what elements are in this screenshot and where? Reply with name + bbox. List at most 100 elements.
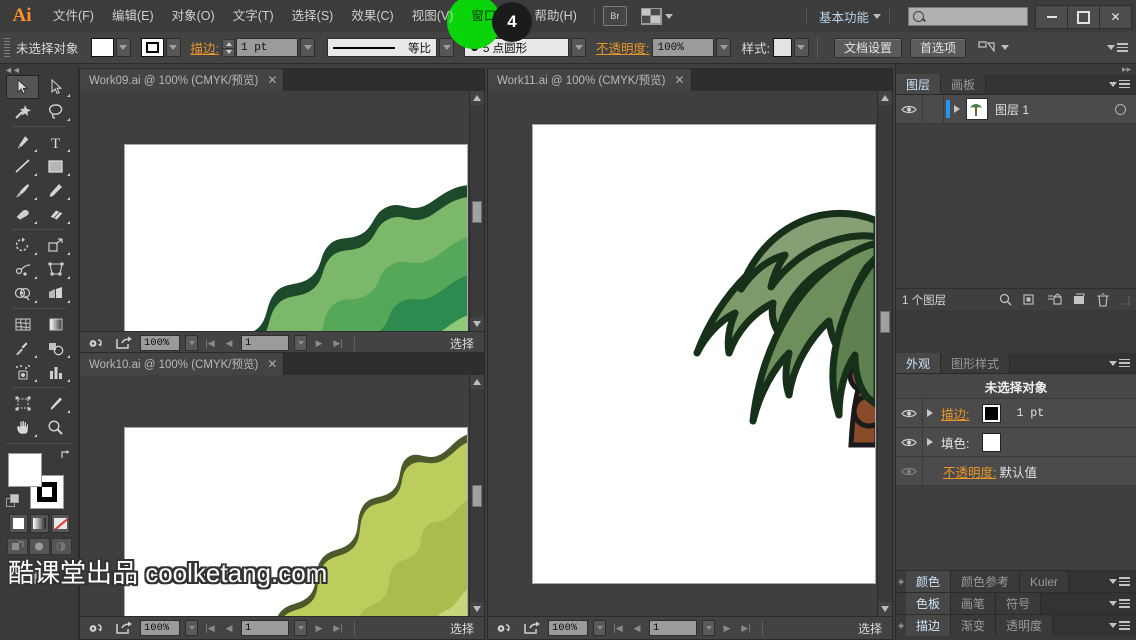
document-setup-button[interactable]: 文档设置 bbox=[833, 37, 902, 58]
artboard-options-icon[interactable] bbox=[494, 621, 516, 636]
prev-page-button[interactable]: ◀ bbox=[630, 620, 644, 636]
appearance-row-fill[interactable]: 填色: bbox=[896, 428, 1136, 457]
tab-transparency[interactable]: 透明度 bbox=[996, 615, 1054, 636]
fill-expand-icon[interactable] bbox=[927, 438, 933, 446]
menu-select[interactable]: 选择(S) bbox=[283, 0, 343, 32]
page-dropdown-work11[interactable] bbox=[702, 620, 715, 636]
canvas-work09[interactable] bbox=[80, 91, 484, 331]
gradient-button[interactable] bbox=[29, 514, 49, 533]
magic-wand-tool[interactable] bbox=[6, 99, 39, 123]
stroke-visibility-toggle[interactable] bbox=[896, 399, 923, 427]
zoom-field-work11[interactable]: 100% bbox=[548, 620, 588, 636]
close-icon[interactable]: ✕ bbox=[267, 74, 277, 86]
direct-selection-tool[interactable] bbox=[39, 75, 72, 99]
stroke-swatch[interactable] bbox=[140, 38, 164, 57]
bridge-button[interactable]: Br bbox=[602, 6, 627, 26]
graphic-style-control[interactable] bbox=[772, 38, 809, 57]
menu-type[interactable]: 文字(T) bbox=[224, 0, 283, 32]
control-panel-menu-button[interactable] bbox=[1107, 43, 1128, 52]
eyedropper-tool[interactable] bbox=[6, 336, 39, 360]
collapsed-group-gripper[interactable]: ◈ bbox=[896, 615, 906, 636]
fill-visibility-toggle[interactable] bbox=[896, 428, 923, 456]
workspace-switcher-label[interactable]: 基本功能 bbox=[815, 7, 873, 26]
document-tab-work11[interactable]: Work11.ai @ 100% (CMYK/预览) ✕ bbox=[488, 69, 692, 91]
stroke-weight-label[interactable]: 描边: bbox=[191, 38, 219, 57]
menu-view[interactable]: 视图(V) bbox=[403, 0, 463, 32]
stroke-weight-dropdown[interactable] bbox=[300, 38, 315, 57]
page-dropdown-work09[interactable] bbox=[294, 335, 307, 351]
scale-tool[interactable] bbox=[39, 233, 72, 257]
width-tool[interactable] bbox=[6, 257, 39, 281]
rectangle-tool[interactable] bbox=[39, 154, 72, 178]
arrange-documents-button[interactable] bbox=[640, 7, 673, 25]
last-page-button[interactable]: ▶| bbox=[331, 335, 345, 351]
zoom-tool[interactable] bbox=[39, 415, 72, 439]
first-page-button[interactable]: |◀ bbox=[203, 335, 217, 351]
opacity-dropdown[interactable] bbox=[716, 38, 732, 57]
layer-target-indicator[interactable] bbox=[1115, 103, 1126, 115]
transform-align-control[interactable] bbox=[978, 40, 1009, 55]
status-label-work11[interactable]: 选择 bbox=[858, 620, 882, 637]
symbol-sprayer-tool[interactable] bbox=[6, 360, 39, 384]
opacity-field[interactable]: 100% bbox=[652, 38, 715, 57]
tab-swatches[interactable]: 色板 bbox=[906, 593, 952, 614]
prev-page-button[interactable]: ◀ bbox=[222, 620, 236, 636]
slice-tool[interactable] bbox=[39, 391, 72, 415]
tab-graphic-styles[interactable]: 图形样式 bbox=[941, 353, 1011, 373]
zoom-field-work10[interactable]: 100% bbox=[140, 620, 180, 636]
appearance-fill-swatch[interactable] bbox=[982, 432, 1002, 452]
mesh-tool[interactable] bbox=[6, 312, 39, 336]
paintbrush-tool[interactable] bbox=[6, 178, 39, 202]
search-input[interactable] bbox=[908, 6, 1028, 26]
tools-panel-gripper[interactable]: ◄◄ bbox=[0, 64, 78, 75]
last-page-button[interactable]: ▶| bbox=[331, 620, 345, 636]
collapsed-group-gripper[interactable]: ◈ bbox=[896, 571, 906, 592]
appearance-stroke-swatch[interactable] bbox=[982, 403, 1002, 423]
hand-tool[interactable] bbox=[6, 415, 39, 439]
blend-tool[interactable] bbox=[39, 336, 72, 360]
artboard-options-icon[interactable] bbox=[86, 336, 108, 351]
workspace-chevron-icon[interactable] bbox=[873, 13, 881, 19]
locate-object-icon[interactable] bbox=[999, 293, 1012, 306]
close-button[interactable]: ✕ bbox=[1099, 5, 1132, 29]
first-page-button[interactable]: |◀ bbox=[203, 620, 217, 636]
resize-grip-icon[interactable] bbox=[1120, 295, 1130, 305]
opacity-label[interactable]: 不透明度: bbox=[596, 38, 649, 57]
type-tool[interactable]: T bbox=[39, 130, 72, 154]
layers-panel-menu-button[interactable] bbox=[1109, 79, 1130, 89]
scrollbar-thumb[interactable] bbox=[472, 485, 482, 507]
eraser-tool[interactable] bbox=[39, 202, 72, 226]
document-tab-work10[interactable]: Work10.ai @ 100% (CMYK/预览) ✕ bbox=[80, 353, 285, 375]
tab-symbols[interactable]: 符号 bbox=[996, 593, 1042, 614]
artboard-tool[interactable] bbox=[6, 391, 39, 415]
appearance-row-opacity[interactable]: 不透明度: 默认值 bbox=[896, 457, 1136, 486]
next-page-button[interactable]: ▶ bbox=[720, 620, 734, 636]
scrollbar-thumb[interactable] bbox=[472, 201, 482, 223]
opacity-control[interactable]: 100% bbox=[652, 38, 732, 57]
page-field-work09[interactable]: 1 bbox=[241, 335, 289, 351]
preferences-button[interactable]: 首选项 bbox=[909, 37, 966, 58]
transform-chevron-icon[interactable] bbox=[1001, 45, 1009, 50]
next-page-button[interactable]: ▶ bbox=[312, 620, 326, 636]
new-layer-icon[interactable] bbox=[1073, 293, 1086, 306]
default-fill-stroke-icon[interactable] bbox=[6, 494, 20, 508]
canvas-work11[interactable] bbox=[488, 91, 892, 616]
gradient-tool[interactable] bbox=[39, 312, 72, 336]
document-window-work11[interactable]: Work11.ai @ 100% (CMYK/预览) ✕ 100% |◀ ◀ 1… bbox=[487, 68, 893, 640]
first-page-button[interactable]: |◀ bbox=[611, 620, 625, 636]
vertical-scrollbar-work10[interactable] bbox=[469, 375, 484, 616]
layer-name[interactable]: 图层 1 bbox=[995, 101, 1029, 118]
document-window-work10[interactable]: Work10.ai @ 100% (CMYK/预览) ✕ 100% |◀ ◀ 1… bbox=[79, 352, 485, 640]
tab-color[interactable]: 颜色 bbox=[906, 571, 952, 592]
none-button[interactable] bbox=[50, 514, 70, 533]
stroke-weight-field[interactable]: 1 pt bbox=[236, 38, 298, 57]
tab-layers[interactable]: 图层 bbox=[896, 74, 942, 94]
fill-color-control[interactable] bbox=[90, 38, 131, 57]
tab-kuler[interactable]: Kuler bbox=[1020, 571, 1070, 592]
maximize-button[interactable] bbox=[1067, 5, 1100, 29]
export-icon[interactable] bbox=[521, 621, 543, 636]
opacity-visibility-toggle[interactable] bbox=[896, 457, 923, 485]
perspective-grid-tool[interactable] bbox=[39, 281, 72, 305]
stroke-profile-dropdown[interactable] bbox=[439, 38, 454, 57]
swap-fill-stroke-icon[interactable] bbox=[60, 449, 72, 461]
